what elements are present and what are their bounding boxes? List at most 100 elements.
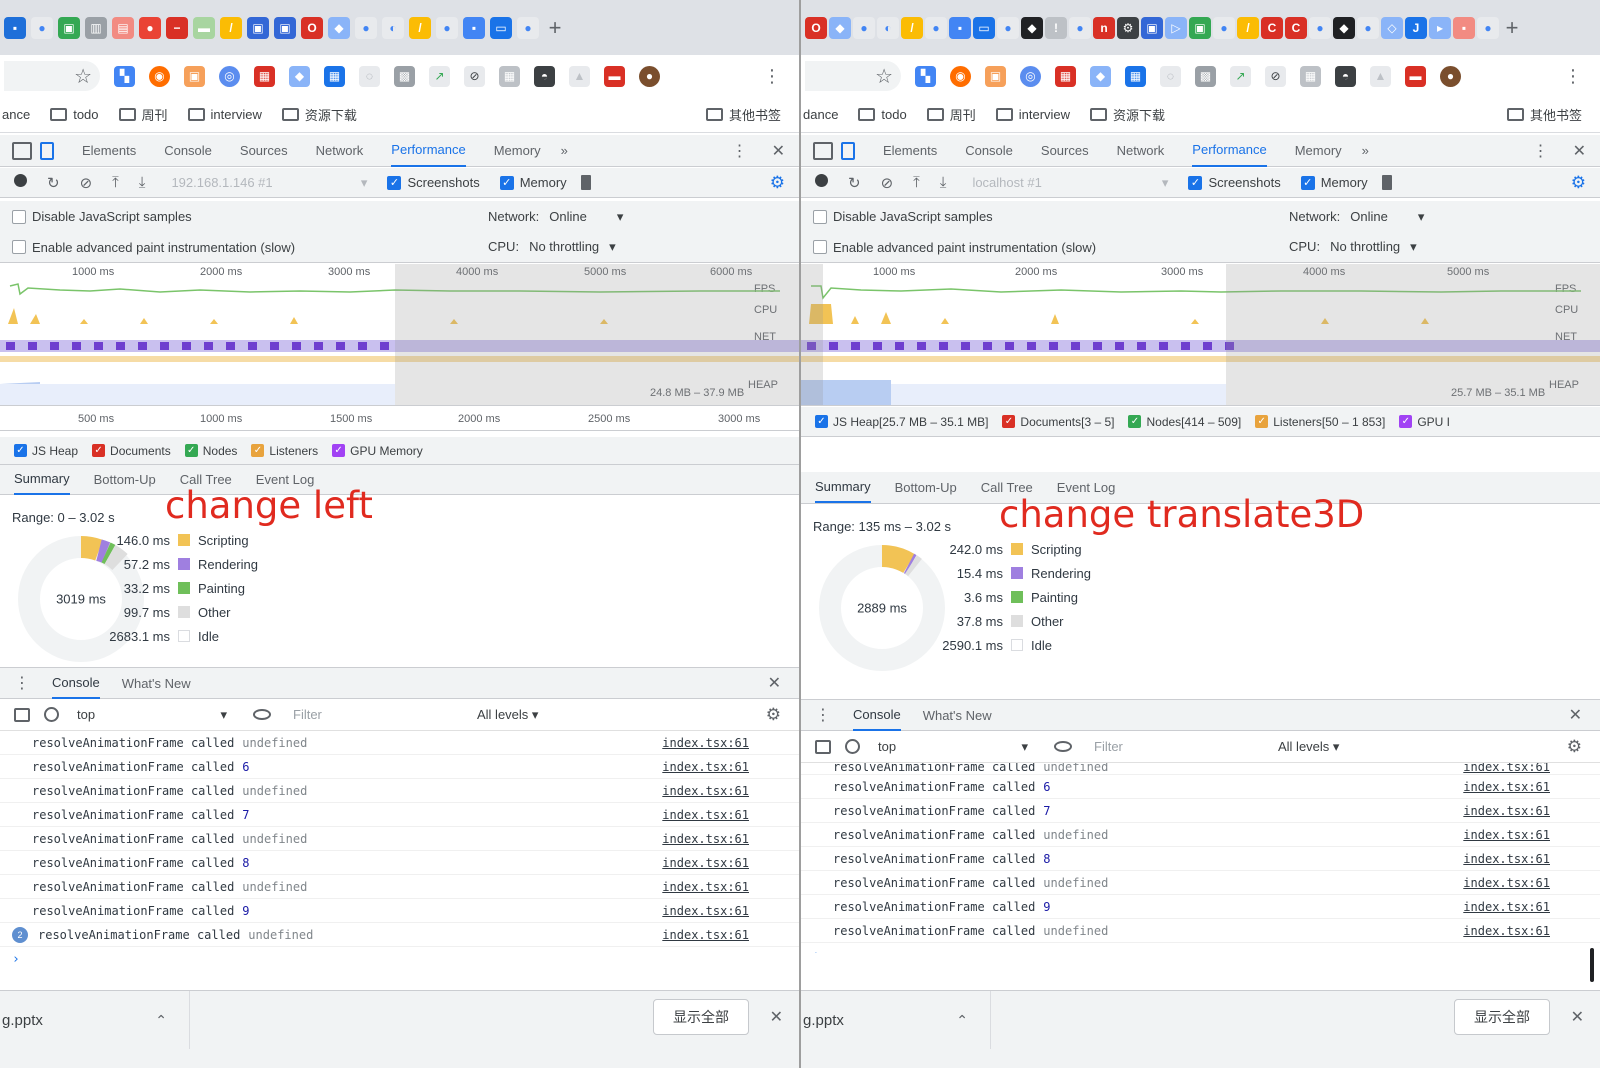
tab-favicon[interactable]: ▣ xyxy=(274,16,296,39)
tab-favicon[interactable]: ▪ xyxy=(949,16,971,39)
profile-avatar[interactable]: ● xyxy=(1440,65,1461,87)
tab-favicon[interactable]: ◆ xyxy=(1021,16,1043,39)
reload-icon[interactable]: ↻ xyxy=(47,174,60,192)
tab-favicon[interactable]: / xyxy=(409,16,431,39)
source-link[interactable]: index.tsx:61 xyxy=(1463,763,1550,774)
block-icon[interactable] xyxy=(44,707,59,722)
close-icon[interactable]: ✕ xyxy=(1569,705,1582,725)
star-icon[interactable]: ☆ xyxy=(74,64,92,89)
advanced-paint-checkbox[interactable]: Enable advanced paint instrumentation (s… xyxy=(12,240,295,255)
sidebar-toggle-icon[interactable] xyxy=(815,739,831,754)
block-icon[interactable] xyxy=(845,739,860,754)
tab-favicon[interactable]: ● xyxy=(355,16,377,39)
source-link[interactable]: index.tsx:61 xyxy=(1463,900,1550,914)
tab-favicon[interactable]: ▣ xyxy=(1189,16,1211,39)
tab-favicon[interactable]: ● xyxy=(1309,16,1331,39)
device-toolbar-icon[interactable] xyxy=(40,141,54,160)
more-tabs-button[interactable]: » xyxy=(561,143,568,158)
source-link[interactable]: index.tsx:61 xyxy=(1463,924,1550,938)
tab-elements[interactable]: Elements xyxy=(82,135,136,167)
close-icon[interactable]: ✕ xyxy=(1571,1007,1584,1027)
other-bookmarks[interactable]: 其他书签 xyxy=(1506,105,1582,124)
kebab-menu-icon[interactable]: ⋮ xyxy=(1564,66,1582,87)
extension-icon[interactable]: ◎ xyxy=(1020,65,1041,87)
star-icon[interactable]: ☆ xyxy=(875,64,893,89)
gear-icon[interactable]: ⚙ xyxy=(1571,173,1586,193)
tab-favicon[interactable]: n xyxy=(1093,16,1115,39)
legend-nodes[interactable]: ✓ Nodes xyxy=(184,444,237,458)
extension-icon[interactable]: ◓ xyxy=(534,65,555,87)
devtools-menu-icon[interactable]: ⋮ xyxy=(732,141,748,161)
tab-favicon[interactable]: ● xyxy=(31,16,53,39)
new-tab-button[interactable]: + xyxy=(1501,15,1523,40)
source-link[interactable]: index.tsx:61 xyxy=(662,784,749,798)
tab-favicon[interactable]: C xyxy=(1285,16,1307,39)
inspect-element-icon[interactable] xyxy=(12,141,32,160)
tab-favicon[interactable]: ▣ xyxy=(1141,16,1163,39)
download-item[interactable]: g.pptx ⌃ xyxy=(0,991,190,1049)
tab-favicon[interactable]: / xyxy=(1237,16,1259,39)
sidebar-toggle-icon[interactable] xyxy=(14,707,30,722)
tab-sources[interactable]: Sources xyxy=(240,135,288,167)
extension-icon[interactable]: ▦ xyxy=(254,65,275,87)
tab-favicon[interactable]: ▭ xyxy=(490,16,512,39)
tab-favicon[interactable]: ▸ xyxy=(1429,16,1451,39)
timeline-overview[interactable]: 1000 ms 2000 ms 3000 ms 4000 ms 5000 ms … xyxy=(801,264,1600,406)
tab-network[interactable]: Network xyxy=(316,135,364,167)
extension-icon[interactable]: ◌ xyxy=(359,65,380,87)
record-icon[interactable] xyxy=(14,173,27,187)
tab-favicon[interactable]: ● xyxy=(853,16,875,39)
legend-listeners[interactable]: ✓ Listeners xyxy=(251,444,318,458)
address-bar[interactable]: ☆ xyxy=(805,61,901,91)
legend-js-heap[interactable]: ✓ JS Heap[25.7 MB – 35.1 MB] xyxy=(815,415,988,429)
drawer-menu-icon[interactable]: ⋮ xyxy=(815,705,831,725)
tab-console[interactable]: Console xyxy=(965,135,1013,167)
tab-favicon[interactable]: ▣ xyxy=(247,16,269,39)
filter-input[interactable] xyxy=(1088,735,1268,758)
tab-favicon[interactable]: ◆ xyxy=(1333,16,1355,39)
tab-favicon[interactable]: ● xyxy=(1357,16,1379,39)
context-select[interactable]: top ▾ xyxy=(77,707,227,723)
tab-whats-new[interactable]: What's New xyxy=(122,667,191,699)
kebab-menu-icon[interactable]: ⋮ xyxy=(763,66,781,87)
tab-favicon[interactable]: ● xyxy=(517,16,539,39)
tab-performance[interactable]: Performance xyxy=(1192,135,1267,167)
legend-listeners[interactable]: ✓ Listeners[50 – 1 853] xyxy=(1255,415,1385,429)
extension-icon[interactable]: ⊘ xyxy=(1265,65,1286,87)
tab-favicon[interactable]: ▤ xyxy=(112,16,134,39)
tab-favicon[interactable]: ▬ xyxy=(193,16,215,39)
tab-favicon[interactable]: ◆ xyxy=(328,16,350,39)
tab-favicon[interactable]: ▣ xyxy=(58,16,80,39)
source-link[interactable]: index.tsx:61 xyxy=(1463,828,1550,842)
target-select[interactable]: 192.168.1.146 #1 ▾ xyxy=(171,175,367,191)
tab-summary[interactable]: Summary xyxy=(14,465,70,495)
screenshots-checkbox[interactable]: ✓ Screenshots xyxy=(1188,175,1281,190)
legend-js-heap[interactable]: ✓ JS Heap xyxy=(14,444,78,458)
extension-icon[interactable]: ▚ xyxy=(114,65,135,87)
tab-whats-new[interactable]: What's New xyxy=(923,699,992,731)
tab-favicon[interactable]: ● xyxy=(1477,16,1499,39)
timeline-overview[interactable]: 1000 ms 2000 ms 3000 ms 4000 ms 5000 ms … xyxy=(0,264,799,406)
log-levels-select[interactable]: All levels ▾ xyxy=(1278,739,1339,755)
extension-icon[interactable]: ▬ xyxy=(604,65,625,87)
cpu-throttle-select[interactable]: No throttling xyxy=(529,239,599,255)
source-link[interactable]: index.tsx:61 xyxy=(1463,780,1550,794)
extension-icon[interactable]: ↗ xyxy=(1230,65,1251,87)
source-link[interactable]: index.tsx:61 xyxy=(662,904,749,918)
tab-elements[interactable]: Elements xyxy=(883,135,937,167)
tab-favicon[interactable]: / xyxy=(901,16,923,39)
tab-favicon[interactable]: ▪ xyxy=(463,16,485,39)
extension-icon[interactable]: ◓ xyxy=(1335,65,1356,87)
extension-icon[interactable]: ▦ xyxy=(324,65,345,87)
source-link[interactable]: index.tsx:61 xyxy=(1463,852,1550,866)
tab-memory[interactable]: Memory xyxy=(494,135,541,167)
extension-icon[interactable]: ◆ xyxy=(289,65,310,87)
bookmark-item[interactable]: dance xyxy=(803,107,838,122)
extension-icon[interactable]: ▦ xyxy=(1300,65,1321,87)
tab-favicon[interactable]: ◇ xyxy=(1381,16,1403,39)
tab-favicon[interactable]: O xyxy=(805,16,827,39)
bookmark-folder[interactable]: 周刊 xyxy=(926,105,976,124)
eye-icon[interactable] xyxy=(1054,741,1072,752)
legend-gpu-memory[interactable]: ✓ GPU I xyxy=(1399,415,1450,429)
device-toolbar-icon[interactable] xyxy=(841,141,855,160)
